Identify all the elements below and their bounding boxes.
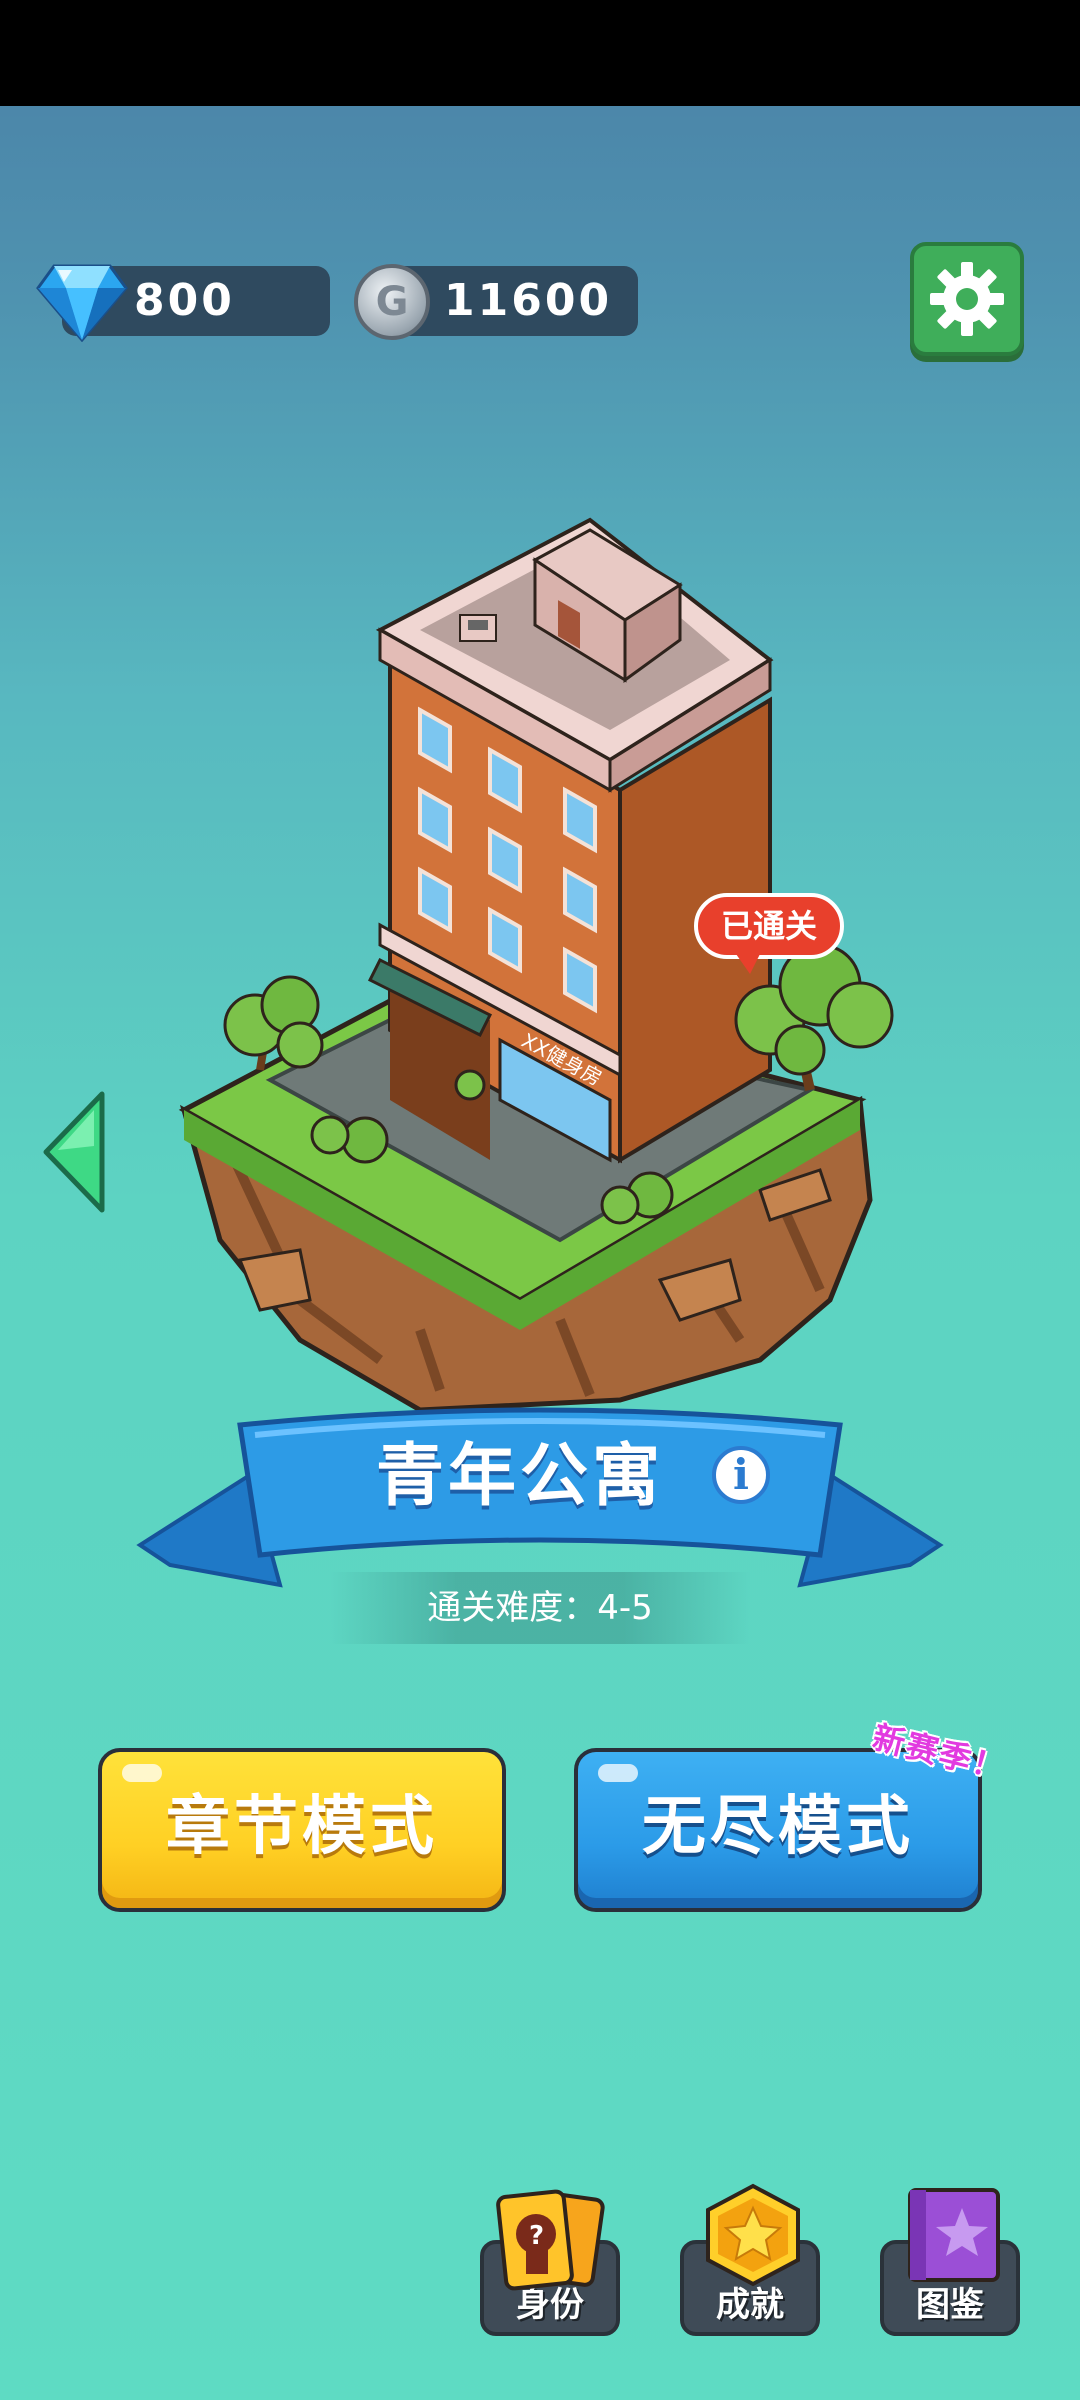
star-badge-icon <box>706 2183 800 2287</box>
badge-tail <box>736 954 760 974</box>
chapter-mode-label: 章节模式 <box>166 1790 438 1864</box>
difficulty-label: 通关难度：4-5 <box>330 1572 750 1644</box>
floating-island-illustration[interactable]: XX健身房 <box>0 500 1080 1430</box>
coin-icon: G <box>354 264 430 340</box>
level-cleared-badge: 已通关 <box>694 893 844 959</box>
coin-symbol: G <box>375 279 409 325</box>
gear-icon <box>930 262 1004 336</box>
book-icon <box>908 2188 1000 2282</box>
button-shine <box>598 1764 638 1782</box>
button-shine <box>122 1764 162 1782</box>
gem-count: 800 <box>134 275 235 326</box>
chapter-mode-button[interactable]: 章节模式 <box>98 1748 506 1912</box>
info-icon[interactable]: i <box>712 1446 770 1504</box>
svg-text:?: ? <box>529 2221 544 2251</box>
endless-mode-label: 无尽模式 <box>642 1790 914 1864</box>
endless-mode-button[interactable]: 无尽模式 <box>574 1748 982 1912</box>
settings-button[interactable] <box>910 242 1024 356</box>
status-bar <box>0 0 1080 106</box>
level-title: 青年公寓 <box>375 1437 664 1516</box>
identity-card-icon: ? <box>496 2189 605 2291</box>
coin-count: 11600 <box>444 275 613 326</box>
diamond-icon <box>36 264 128 342</box>
